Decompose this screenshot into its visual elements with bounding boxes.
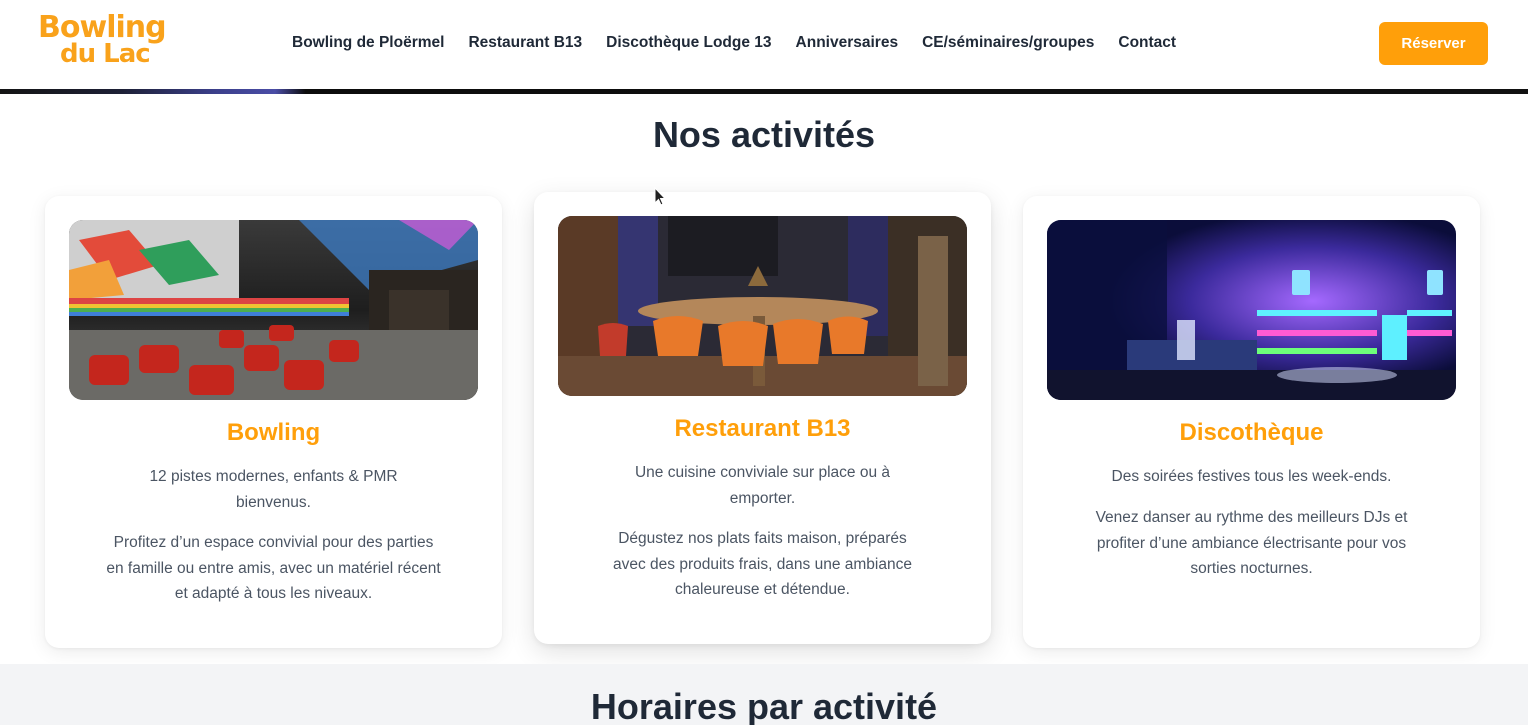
hero-image-edge [0, 89, 1528, 94]
card-title-bowling: Bowling [226, 419, 321, 446]
card-text-restaurant-2: Dégustez nos plats faits maison, préparé… [613, 530, 912, 598]
nav-item-discotheque[interactable]: Discothèque Lodge 13 [606, 33, 771, 53]
reserve-button[interactable]: Réserver [1379, 22, 1488, 65]
nav-item-bowling[interactable]: Bowling de Ploërmel [292, 33, 444, 53]
site-header: Bowling du Lac Bowling de Ploërmel Resta… [0, 0, 1528, 89]
nav-item-anniversaires[interactable]: Anniversaires [796, 33, 899, 53]
page: Bowling du Lac Bowling de Ploërmel Resta… [0, 0, 1528, 725]
activity-card-bowling[interactable]: Bowling 12 pistes modernes, enfants & PM… [45, 196, 502, 648]
horaires-title: Horaires par activité [590, 686, 938, 725]
logo-line2: du Lac [60, 39, 151, 69]
nav-item-restaurant[interactable]: Restaurant B13 [468, 33, 582, 53]
horaires-section: Horaires par activité [0, 664, 1528, 725]
activity-card-discotheque[interactable]: Discothèque Des soirées festives tous le… [1023, 196, 1480, 648]
activity-card-restaurant[interactable]: Restaurant B13 Une cuisine conviviale su… [534, 192, 991, 644]
card-text-bowling-1: 12 pistes modernes, enfants & PMR bienve… [149, 468, 398, 511]
card-text-discotheque-2: Venez danser au rythme des meilleurs DJs… [1095, 509, 1408, 577]
activities-title: Nos activités [652, 114, 876, 155]
main-nav: Bowling de Ploërmel Restaurant B13 Disco… [292, 33, 1200, 53]
nav-item-groupes[interactable]: CE/séminaires/groupes [922, 33, 1094, 53]
card-text-restaurant-1: Une cuisine conviviale sur place ou à em… [634, 464, 891, 507]
card-title-discotheque: Discothèque [1179, 419, 1324, 446]
card-title-restaurant: Restaurant B13 [674, 415, 851, 442]
card-text-discotheque-1: Des soirées festives tous les week-ends. [1111, 468, 1392, 485]
bowling-photo [69, 220, 478, 400]
discotheque-photo [1047, 220, 1456, 400]
card-text-bowling-2: Profitez d’un espace convivial pour des … [106, 534, 441, 602]
restaurant-photo [558, 216, 967, 396]
mouse-cursor-icon [654, 187, 666, 206]
nav-item-contact[interactable]: Contact [1118, 33, 1176, 53]
logo[interactable]: Bowling du Lac [36, 12, 167, 69]
